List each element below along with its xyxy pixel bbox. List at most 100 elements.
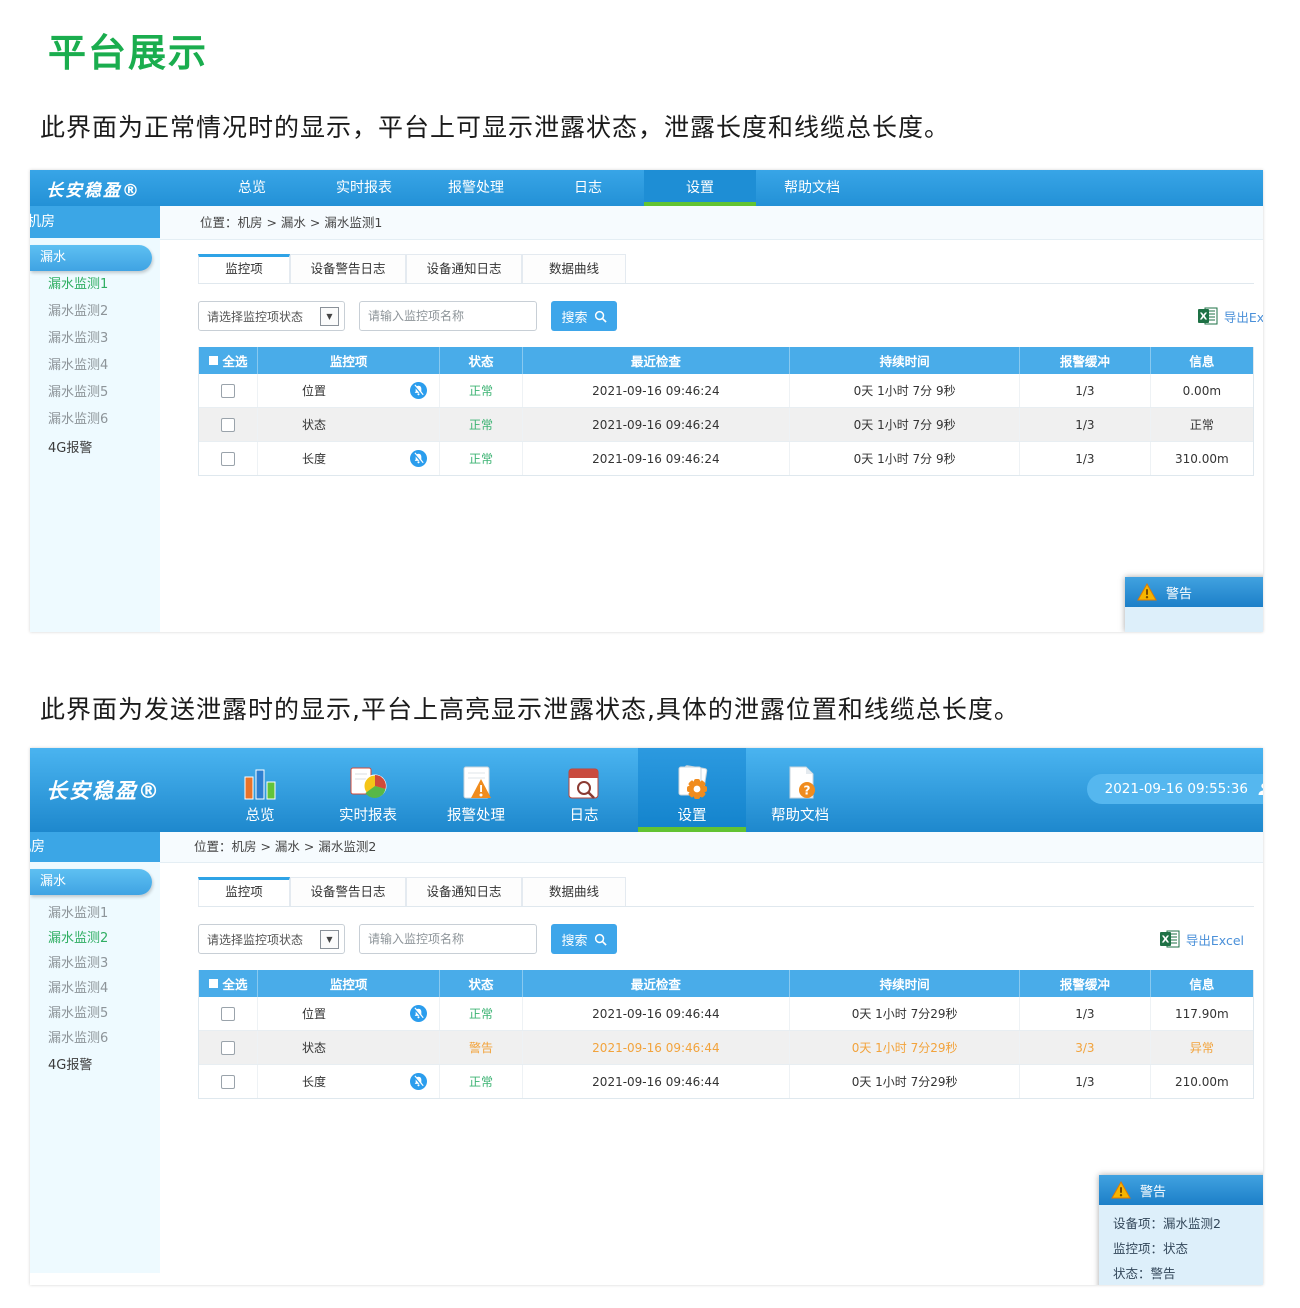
warning-popup-title: 警告 xyxy=(1166,583,1192,602)
status-badge: 正常 xyxy=(440,374,522,407)
select-all-checkbox[interactable] xyxy=(209,356,218,365)
status-badge: 正常 xyxy=(440,408,522,441)
tab-device-notice-log[interactable]: 设备通知日志 xyxy=(406,877,522,906)
description-leak: 此界面为发送泄露时的显示,平台上高亮显示泄露状态,具体的泄露位置和线缆总长度。 xyxy=(40,690,1020,726)
help-doc-icon: ? xyxy=(782,763,818,801)
export-excel-button[interactable]: X 导出Excel xyxy=(1160,930,1244,949)
tab-device-warning-log[interactable]: 设备警告日志 xyxy=(290,877,406,906)
nav-overview[interactable]: 总览 xyxy=(196,170,308,206)
monitor-item-name: 长度 xyxy=(302,1073,326,1090)
sidebar-item-monitor2[interactable]: 漏水监测2 xyxy=(30,298,160,325)
nav-overview[interactable]: 总览 xyxy=(206,748,314,832)
nav-realtime-report[interactable]: 实时报表 xyxy=(314,748,422,832)
chevron-down-icon: ▼ xyxy=(320,307,339,326)
description-normal: 此界面为正常情况时的显示，平台上可显示泄露状态，泄露长度和线缆总长度。 xyxy=(40,108,950,144)
sidebar-item-monitor5[interactable]: 漏水监测5 xyxy=(30,379,160,406)
warning-popup: 警告 xyxy=(1125,577,1263,632)
sidebar-item-4g-alarm[interactable]: 4G报警 xyxy=(30,435,160,462)
table-row: 位置 正常 2021-09-16 09:46:44 0天 1小时 7分29秒 1… xyxy=(199,997,1253,1031)
sidebar-item-4g-alarm[interactable]: 4G报警 xyxy=(30,1053,160,1078)
sidebar-item-monitor1[interactable]: 漏水监测1 xyxy=(30,901,160,926)
export-excel-button[interactable]: X 导出Excel xyxy=(1198,307,1263,326)
mute-bell-icon[interactable] xyxy=(410,1073,427,1090)
sidebar-item-monitor6[interactable]: 漏水监测6 xyxy=(30,1026,160,1051)
user-icon xyxy=(1257,782,1263,796)
sidebar-item-monitor3[interactable]: 漏水监测3 xyxy=(30,325,160,352)
select-all-checkbox[interactable] xyxy=(209,979,218,988)
mute-bell-icon[interactable] xyxy=(410,1005,427,1022)
tab-data-curve[interactable]: 数据曲线 xyxy=(522,877,626,906)
table-header: 全选 监控项 状态 最近检查 持续时间 报警缓冲 信息 xyxy=(199,970,1253,997)
status-badge: 警告 xyxy=(440,1031,522,1064)
nav-help-docs[interactable]: ? 帮助文档 xyxy=(746,748,854,832)
monitor-name-input[interactable] xyxy=(359,301,537,331)
mute-bell-icon[interactable] xyxy=(410,382,427,399)
popup-device-line: 设备项：漏水监测2 xyxy=(1113,1211,1263,1236)
sidebar-item-monitor4[interactable]: 漏水监测4 xyxy=(30,352,160,379)
sidebar-item-monitor1[interactable]: 漏水监测1 xyxy=(30,271,160,298)
status-select[interactable]: 请选择监控项状态 ▼ xyxy=(198,301,345,331)
nav-help-docs[interactable]: 帮助文档 xyxy=(756,170,868,206)
sidebar: 机房 漏水 漏水监测1 漏水监测2 漏水监测3 漏水监测4 漏水监测5 漏水监测… xyxy=(30,206,160,632)
search-button[interactable]: 搜索 xyxy=(551,924,617,954)
row-checkbox[interactable] xyxy=(221,1041,235,1055)
screenshot-normal-state: 长安稳盈® 总览 实时报表 报警处理 日志 设置 帮助文档 机房 漏水 漏水监测… xyxy=(30,170,1263,632)
nav-log[interactable]: 日志 xyxy=(530,748,638,832)
row-checkbox[interactable] xyxy=(221,1075,235,1089)
sidebar-item-monitor3[interactable]: 漏水监测3 xyxy=(30,951,160,976)
row-checkbox[interactable] xyxy=(221,384,235,398)
sidebar-item-monitor5[interactable]: 漏水监测5 xyxy=(30,1001,160,1026)
warning-triangle-icon xyxy=(1137,583,1157,601)
table-row-warning: 状态 警告 2021-09-16 09:46:44 0天 1小时 7分29秒 3… xyxy=(199,1031,1253,1065)
sidebar-item-monitor6[interactable]: 漏水监测6 xyxy=(30,406,160,433)
gear-icon xyxy=(673,763,711,801)
timestamp: 2021-09-16 09:55:36 xyxy=(1105,781,1248,797)
brand-logo: 长安稳盈® xyxy=(30,748,206,832)
sidebar-root-node[interactable]: 机房 xyxy=(30,832,160,862)
tab-data-curve[interactable]: 数据曲线 xyxy=(522,254,626,283)
monitor-item-name: 长度 xyxy=(302,450,326,467)
tab-device-notice-log[interactable]: 设备通知日志 xyxy=(406,254,522,283)
excel-icon: X xyxy=(1160,930,1180,948)
row-checkbox[interactable] xyxy=(221,1007,235,1021)
nav-settings[interactable]: 设置 xyxy=(638,748,746,832)
nav-realtime-report[interactable]: 实时报表 xyxy=(308,170,420,206)
status-select[interactable]: 请选择监控项状态 ▼ xyxy=(198,924,345,954)
monitor-name-input[interactable] xyxy=(359,924,537,954)
row-checkbox[interactable] xyxy=(221,418,235,432)
monitor-table: 全选 监控项 状态 最近检查 持续时间 报警缓冲 信息 位置 正常 2021-0… xyxy=(198,347,1254,476)
nav-alarm-handling[interactable]: 报警处理 xyxy=(422,748,530,832)
tab-monitor-items[interactable]: 监控项 xyxy=(198,877,290,906)
popup-status-line: 状态：警告 xyxy=(1113,1261,1263,1285)
row-checkbox[interactable] xyxy=(221,452,235,466)
tab-monitor-items[interactable]: 监控项 xyxy=(198,254,290,283)
nav-alarm-handling[interactable]: 报警处理 xyxy=(420,170,532,206)
sidebar-group-leak[interactable]: 漏水 xyxy=(30,869,152,895)
brand-logo: 长安稳盈® xyxy=(30,170,196,206)
search-button[interactable]: 搜索 xyxy=(551,301,617,331)
monitor-item-name: 状态 xyxy=(302,416,326,433)
sidebar-group-leak[interactable]: 漏水 xyxy=(30,245,152,271)
chevron-down-icon: ▼ xyxy=(320,930,339,949)
svg-text:X: X xyxy=(1200,312,1208,323)
timestamp-pill: 2021-09-16 09:55:36 xyxy=(1087,774,1263,804)
sidebar: 机房 漏水 漏水监测1 漏水监测2 漏水监测3 漏水监测4 漏水监测5 漏水监测… xyxy=(30,832,160,1273)
table-header: 全选 监控项 状态 最近检查 持续时间 报警缓冲 信息 xyxy=(199,347,1253,374)
warning-popup-body: 设备项：漏水监测2 监控项：状态 状态：警告 xyxy=(1099,1205,1263,1285)
nav-settings[interactable]: 设置 xyxy=(644,170,756,206)
page-title: 平台展示 xyxy=(48,22,208,77)
mute-bell-icon[interactable] xyxy=(410,450,427,467)
tab-bar: 监控项 设备警告日志 设备通知日志 数据曲线 xyxy=(198,254,1254,284)
filter-row: 请选择监控项状态 ▼ 搜索 X 导出Excel xyxy=(198,301,1254,331)
sidebar-root-node[interactable]: 机房 xyxy=(30,206,160,238)
table-row: 长度 正常 2021-09-16 09:46:44 0天 1小时 7分29秒 1… xyxy=(199,1065,1253,1098)
alarm-note-icon xyxy=(457,763,495,801)
screenshot-leak-state: 长安稳盈® 总览 实时报表 报警处理 日志 设置 ? 帮助文档 2021-09-… xyxy=(30,748,1263,1285)
search-icon xyxy=(594,933,607,946)
nav-log[interactable]: 日志 xyxy=(532,170,644,206)
tab-device-warning-log[interactable]: 设备警告日志 xyxy=(290,254,406,283)
sidebar-item-monitor4[interactable]: 漏水监测4 xyxy=(30,976,160,1001)
monitor-item-name: 位置 xyxy=(302,1005,326,1022)
sidebar-item-monitor2[interactable]: 漏水监测2 xyxy=(30,926,160,951)
monitor-item-name: 状态 xyxy=(302,1039,326,1056)
